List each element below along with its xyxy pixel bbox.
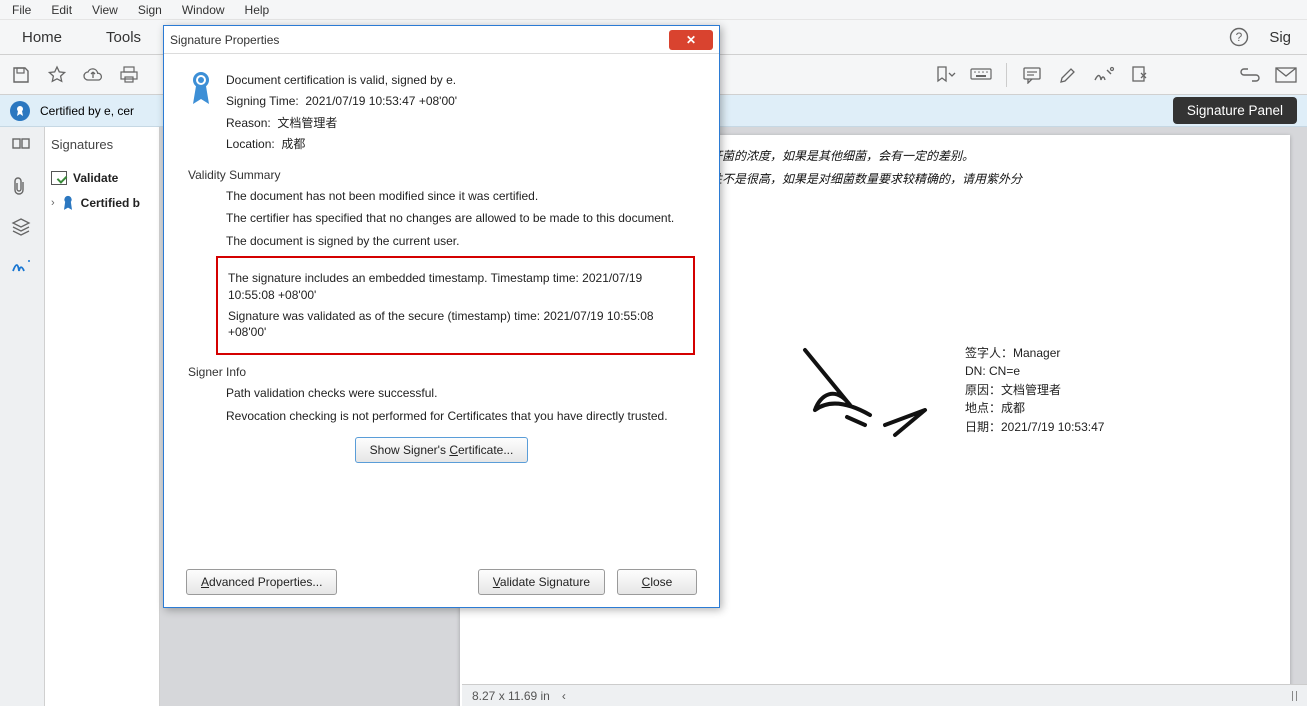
signature-info: 签字人：Manager DN: CN=e 原因：文档管理者 地点：成都 日期：2… <box>965 344 1104 437</box>
validate-icon <box>51 171 67 185</box>
location-label: Location: <box>226 137 275 151</box>
tab-tools[interactable]: Tools <box>84 20 163 54</box>
help-icon[interactable]: ? <box>1229 27 1249 47</box>
comment-icon[interactable] <box>1021 64 1043 86</box>
bookmark-dropdown-icon[interactable] <box>934 64 956 86</box>
validity-line-3: The document is signed by the current us… <box>226 233 695 250</box>
show-certificate-button[interactable]: Show Signer's Certificate... <box>355 437 529 463</box>
svg-text:?: ? <box>1236 30 1243 44</box>
link-icon[interactable] <box>1239 64 1261 86</box>
validate-signature-button[interactable]: Validate Signature <box>478 569 605 595</box>
tab-home[interactable]: Home <box>0 20 84 54</box>
signatures-rail-icon[interactable] <box>11 257 33 279</box>
page-text-line2: 性不是很高，如果是对细菌数量要求较精确的，请用紫外分 <box>710 168 1022 191</box>
validity-summary-header: Validity Summary <box>188 168 695 182</box>
validity-line-2: The certifier has specified that no chan… <box>226 210 695 227</box>
page-text: 杆菌的浓度，如果是其他细菌，会有一定的差别。 性不是很高，如果是对细菌数量要求较… <box>710 145 1022 191</box>
sig-reason: 原因：文档管理者 <box>965 381 1104 400</box>
save-icon[interactable] <box>10 64 32 86</box>
signer-line-1: Path validation checks were successful. <box>226 385 695 402</box>
validate-label: Validate <box>73 171 118 185</box>
certified-label: Certified b <box>81 196 140 210</box>
dialog-title: Signature Properties <box>170 33 279 47</box>
dialog-titlebar[interactable]: Signature Properties ✕ <box>164 26 719 54</box>
layers-icon[interactable] <box>11 217 33 239</box>
attach-page-icon[interactable] <box>1129 64 1151 86</box>
signature-panel-button[interactable]: Signature Panel <box>1173 97 1297 124</box>
signature-properties-dialog: Signature Properties ✕ Document certific… <box>163 25 720 608</box>
validity-line-1: The document has not been modified since… <box>226 188 695 205</box>
signature-block[interactable]: 签字人：Manager DN: CN=e 原因：文档管理者 地点：成都 日期：2… <box>775 335 1104 445</box>
sig-dn: DN: CN=e <box>965 362 1104 381</box>
keyboard-icon[interactable] <box>970 64 992 86</box>
cert-badge-icon <box>10 101 30 121</box>
menu-help[interactable]: Help <box>237 3 278 17</box>
signer-line-2: Revocation checking is not performed for… <box>226 408 695 425</box>
timestamp-line-2: Signature was validated as of the secure… <box>228 308 683 342</box>
signature-image-icon <box>775 335 945 445</box>
status-bar: 8.27 x 11.69 in ‹ <box>462 684 1307 706</box>
location-value: 成都 <box>281 137 305 151</box>
signer-info-header: Signer Info <box>188 365 695 379</box>
advanced-properties-button[interactable]: Advanced Properties... <box>186 569 337 595</box>
page-dimensions: 8.27 x 11.69 in <box>472 689 550 703</box>
ribbon-icon <box>61 195 75 211</box>
certification-text: Certified by e, cer <box>40 104 134 118</box>
timestamp-highlight-box: The signature includes an embedded times… <box>216 256 695 355</box>
signatures-heading: Signatures <box>51 137 153 152</box>
menu-window[interactable]: Window <box>174 3 233 17</box>
left-rail <box>0 127 45 706</box>
reason-label: Reason: <box>226 116 271 130</box>
cert-valid-line: Document certification is valid, signed … <box>226 73 456 87</box>
sig-signer: 签字人：Manager <box>965 344 1104 363</box>
attachments-icon[interactable] <box>11 177 33 199</box>
highlight-icon[interactable] <box>1057 64 1079 86</box>
validate-all-row[interactable]: Validate <box>51 166 153 190</box>
ribbon-badge-icon <box>188 70 214 106</box>
page-text-line1: 杆菌的浓度，如果是其他细菌，会有一定的差别。 <box>710 145 1022 168</box>
menu-file[interactable]: File <box>4 3 39 17</box>
cloud-icon[interactable] <box>82 64 104 86</box>
mail-icon[interactable] <box>1275 64 1297 86</box>
sign-icon[interactable] <box>1093 64 1115 86</box>
menu-view[interactable]: View <box>84 3 126 17</box>
menubar: File Edit View Sign Window Help <box>0 0 1307 20</box>
page-prev-icon[interactable]: ‹ <box>562 689 566 703</box>
signing-time-value: 2021/07/19 10:53:47 +08'00' <box>305 94 457 108</box>
chevron-right-icon: › <box>51 197 55 209</box>
timestamp-line-1: The signature includes an embedded times… <box>228 270 683 304</box>
thumbnails-icon[interactable] <box>11 137 33 159</box>
sig-location: 地点：成都 <box>965 399 1104 418</box>
menu-edit[interactable]: Edit <box>43 3 80 17</box>
signing-time-label: Signing Time: <box>226 94 299 108</box>
tab-signin[interactable]: Sig <box>1263 29 1297 46</box>
certified-signature-row[interactable]: › Certified b <box>51 190 153 216</box>
signatures-sidebar: Signatures Validate › Certified b <box>45 127 160 706</box>
close-button[interactable]: Close <box>617 569 697 595</box>
sig-date: 日期：2021/7/19 10:53:47 <box>965 418 1104 437</box>
print-icon[interactable] <box>118 64 140 86</box>
reason-value: 文档管理者 <box>277 116 337 130</box>
dialog-close-button[interactable]: ✕ <box>669 30 713 50</box>
menu-sign[interactable]: Sign <box>130 3 170 17</box>
star-icon[interactable] <box>46 64 68 86</box>
